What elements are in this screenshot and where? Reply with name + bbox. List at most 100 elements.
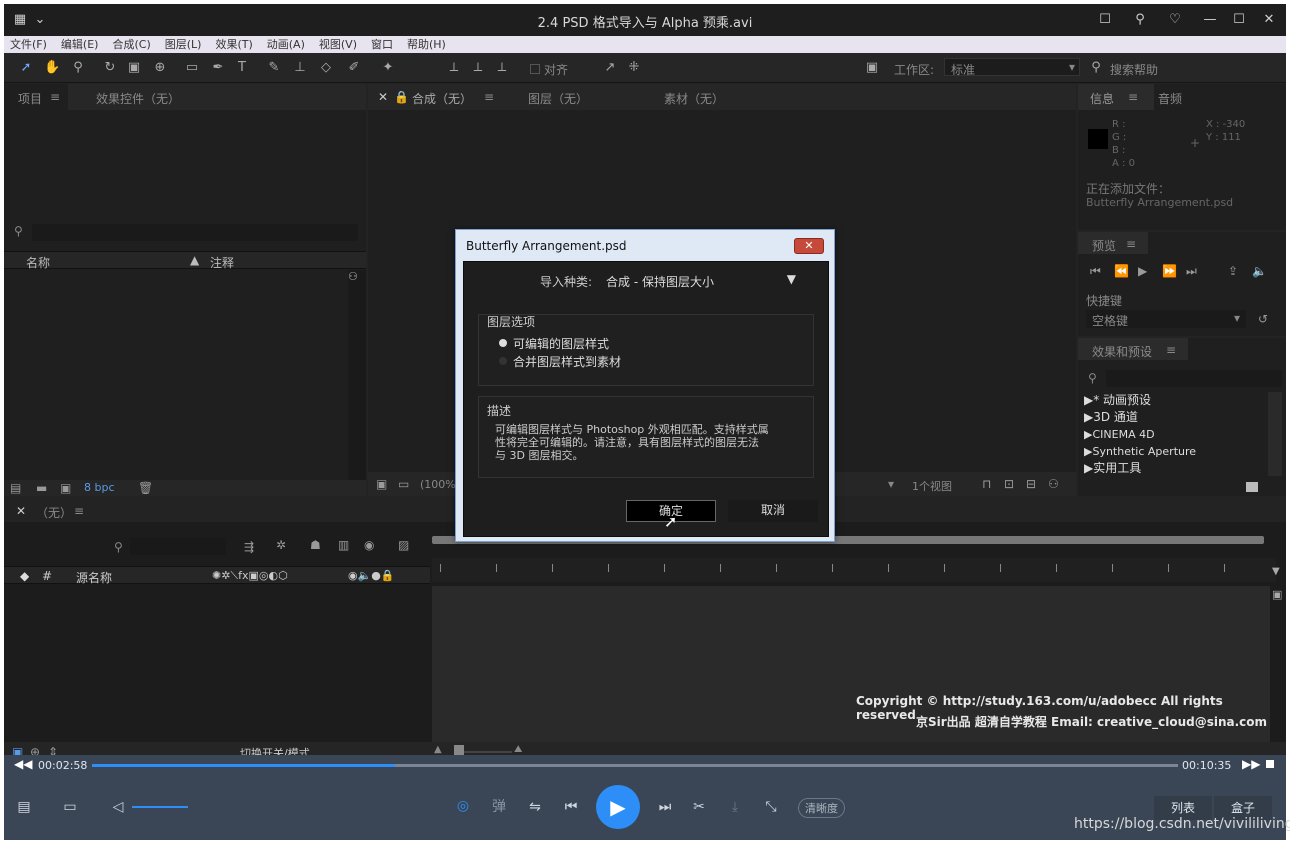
play-icon[interactable]: ▶ <box>1138 264 1147 278</box>
label-icon[interactable]: ◆ <box>20 569 29 583</box>
tab-menu-icon[interactable]: ≡ <box>484 90 494 104</box>
progress-track[interactable] <box>92 764 1178 767</box>
list-item[interactable]: ▶Synthetic Aperture <box>1078 443 1268 460</box>
world-axis-icon[interactable]: ⟂ <box>470 60 486 76</box>
timeline-search-input[interactable] <box>130 538 226 555</box>
close-icon[interactable]: ✕ <box>16 504 26 518</box>
tab-composition[interactable]: 合成（无） <box>412 90 472 107</box>
rectangle-tool-icon[interactable]: ▭ <box>184 60 200 76</box>
loop-icon[interactable]: ⇪ <box>1228 264 1238 278</box>
chevron-down-icon[interactable]: ▾ <box>888 477 894 491</box>
always-preview-icon[interactable]: ▣ <box>376 477 387 491</box>
close-icon[interactable]: ✕ <box>378 90 388 104</box>
zoom-tool-icon[interactable]: ⚲ <box>70 60 86 76</box>
project-search-input[interactable] <box>32 224 358 241</box>
zoom-out-icon[interactable]: ▲ <box>434 744 442 755</box>
type-tool-icon[interactable]: T <box>234 60 250 76</box>
project-scrollbar[interactable] <box>348 270 366 480</box>
graph-editor-icon[interactable]: ▨ <box>398 538 409 552</box>
feedback-icon[interactable]: ☐ <box>1097 12 1113 28</box>
view-axis-icon[interactable]: ⟂ <box>494 60 510 76</box>
tab-effects-presets[interactable]: 效果和预设 <box>1092 343 1152 360</box>
briefcase-icon[interactable]: ▤ <box>14 797 34 817</box>
zoom-level[interactable]: (100% <box>420 478 456 491</box>
option-merge-styles[interactable]: 合并图层样式到素材 <box>513 353 621 370</box>
lock-icon[interactable]: 🔒 <box>394 90 409 104</box>
option-editable-styles[interactable]: 可编辑的图层样式 <box>513 335 609 352</box>
pin-icon[interactable]: ⚲ <box>1132 12 1148 28</box>
import-kind-select[interactable]: 合成 - 保持图层大小 ▼ <box>600 270 800 290</box>
list-item[interactable]: ▶实用工具 <box>1078 460 1268 477</box>
column-number[interactable]: # <box>42 569 52 583</box>
zoom-slider[interactable] <box>456 751 512 753</box>
previous-icon[interactable]: ⏮ <box>560 797 582 817</box>
tab-project[interactable]: 项目 <box>18 90 42 107</box>
new-folder-icon[interactable] <box>1246 482 1258 492</box>
download-icon[interactable]: ⤓ <box>724 797 746 817</box>
toggle-icon[interactable]: ⊓ <box>982 477 991 491</box>
menu-window[interactable]: 窗口 <box>371 36 393 53</box>
reset-icon[interactable]: ↺ <box>1258 312 1268 326</box>
brush-tool-icon[interactable]: ✎ <box>266 60 282 76</box>
volume-slider[interactable] <box>132 806 188 808</box>
fullscreen-icon[interactable]: ⤡ <box>760 797 782 817</box>
zoom-slider-handle[interactable] <box>454 745 464 755</box>
views-select[interactable]: 1个视图 <box>912 478 952 494</box>
column-name[interactable]: 名称 <box>26 254 50 271</box>
hierarchy-icon[interactable]: ⚇ <box>348 270 358 283</box>
draft-3d-icon[interactable]: ✲ <box>276 538 286 552</box>
tab-info[interactable]: 信息 <box>1090 90 1114 107</box>
column-source-name[interactable]: 源名称 <box>76 569 112 586</box>
prev-frame-icon[interactable]: ⏪ <box>1114 264 1129 278</box>
tab-timeline[interactable]: （无） <box>36 504 72 521</box>
radio-merge[interactable] <box>499 357 507 365</box>
last-frame-icon[interactable]: ⏭ <box>1186 264 1197 278</box>
camera-tool-icon[interactable]: ▣ <box>126 60 142 76</box>
audio-icon[interactable]: 🔈 <box>1252 264 1267 278</box>
tab-layer[interactable]: 图层（无） <box>528 90 588 107</box>
cancel-button[interactable]: 取消 <box>728 500 818 522</box>
snap-icon[interactable]: ↗ <box>602 60 618 76</box>
search-help-input[interactable]: 搜索帮助 <box>1110 61 1158 78</box>
comp-button-icon[interactable]: ▣ <box>1272 588 1282 601</box>
toggle-icon[interactable]: ⊟ <box>1026 477 1036 491</box>
selection-tool-icon[interactable]: ➚ <box>18 60 34 76</box>
local-axis-icon[interactable]: ⟂ <box>446 60 462 76</box>
fast-forward-icon[interactable]: ▶▶ <box>1242 757 1260 771</box>
new-folder-icon[interactable]: ▬ <box>36 481 47 495</box>
clone-stamp-tool-icon[interactable]: ⊥ <box>292 60 308 76</box>
time-ruler[interactable] <box>432 558 1276 582</box>
align-checkbox[interactable] <box>530 64 540 74</box>
workspace-icon[interactable]: ▣ <box>862 60 882 76</box>
tab-menu-icon[interactable]: ≡ <box>1128 90 1138 104</box>
loop-mode-icon[interactable]: ◎ <box>452 796 474 816</box>
menu-edit[interactable]: 编辑(E) <box>61 36 99 53</box>
scissors-icon[interactable]: ✂ <box>688 797 710 817</box>
tab-menu-icon[interactable]: ≡ <box>74 504 84 518</box>
tab-preview[interactable]: 预览 <box>1092 237 1116 254</box>
roto-brush-tool-icon[interactable]: ✐ <box>346 60 362 76</box>
list-item[interactable]: ▶* 动画预设 <box>1078 392 1268 409</box>
danmu-toggle[interactable]: 弹 <box>488 797 510 817</box>
list-item[interactable]: ▶CINEMA 4D <box>1078 426 1268 443</box>
tab-menu-icon[interactable]: ≡ <box>1166 343 1176 357</box>
zoom-in-icon[interactable]: ⛰ <box>514 744 522 755</box>
rewind-icon[interactable]: ◀◀ <box>14 757 32 771</box>
new-comp-icon[interactable]: ▣ <box>60 481 71 495</box>
puppet-pin-tool-icon[interactable]: ✦ <box>380 60 396 76</box>
interpret-footage-icon[interactable]: ▤ <box>10 481 21 495</box>
list-item[interactable]: ▶3D 通道 <box>1078 409 1268 426</box>
trash-icon[interactable]: 🗑 <box>138 481 153 495</box>
tab-audio[interactable]: 音频 <box>1158 90 1182 107</box>
effects-scrollbar[interactable] <box>1268 392 1282 476</box>
comp-mini-flowchart-icon[interactable]: ⇶ <box>244 540 254 554</box>
menu-file[interactable]: 文件(F) <box>10 36 47 53</box>
shortcut-select[interactable]: 空格键 ▾ <box>1086 310 1246 328</box>
stop-icon[interactable] <box>1266 760 1274 768</box>
quality-button[interactable]: 清晰度 <box>798 798 845 818</box>
menu-composition[interactable]: 合成(C) <box>112 36 150 53</box>
hand-tool-icon[interactable]: ✋ <box>44 60 60 76</box>
shy-icon[interactable]: ☗ <box>310 538 321 552</box>
flowchart-icon[interactable]: ⚇ <box>1048 477 1059 491</box>
bpc-toggle[interactable]: 8 bpc <box>84 481 115 494</box>
